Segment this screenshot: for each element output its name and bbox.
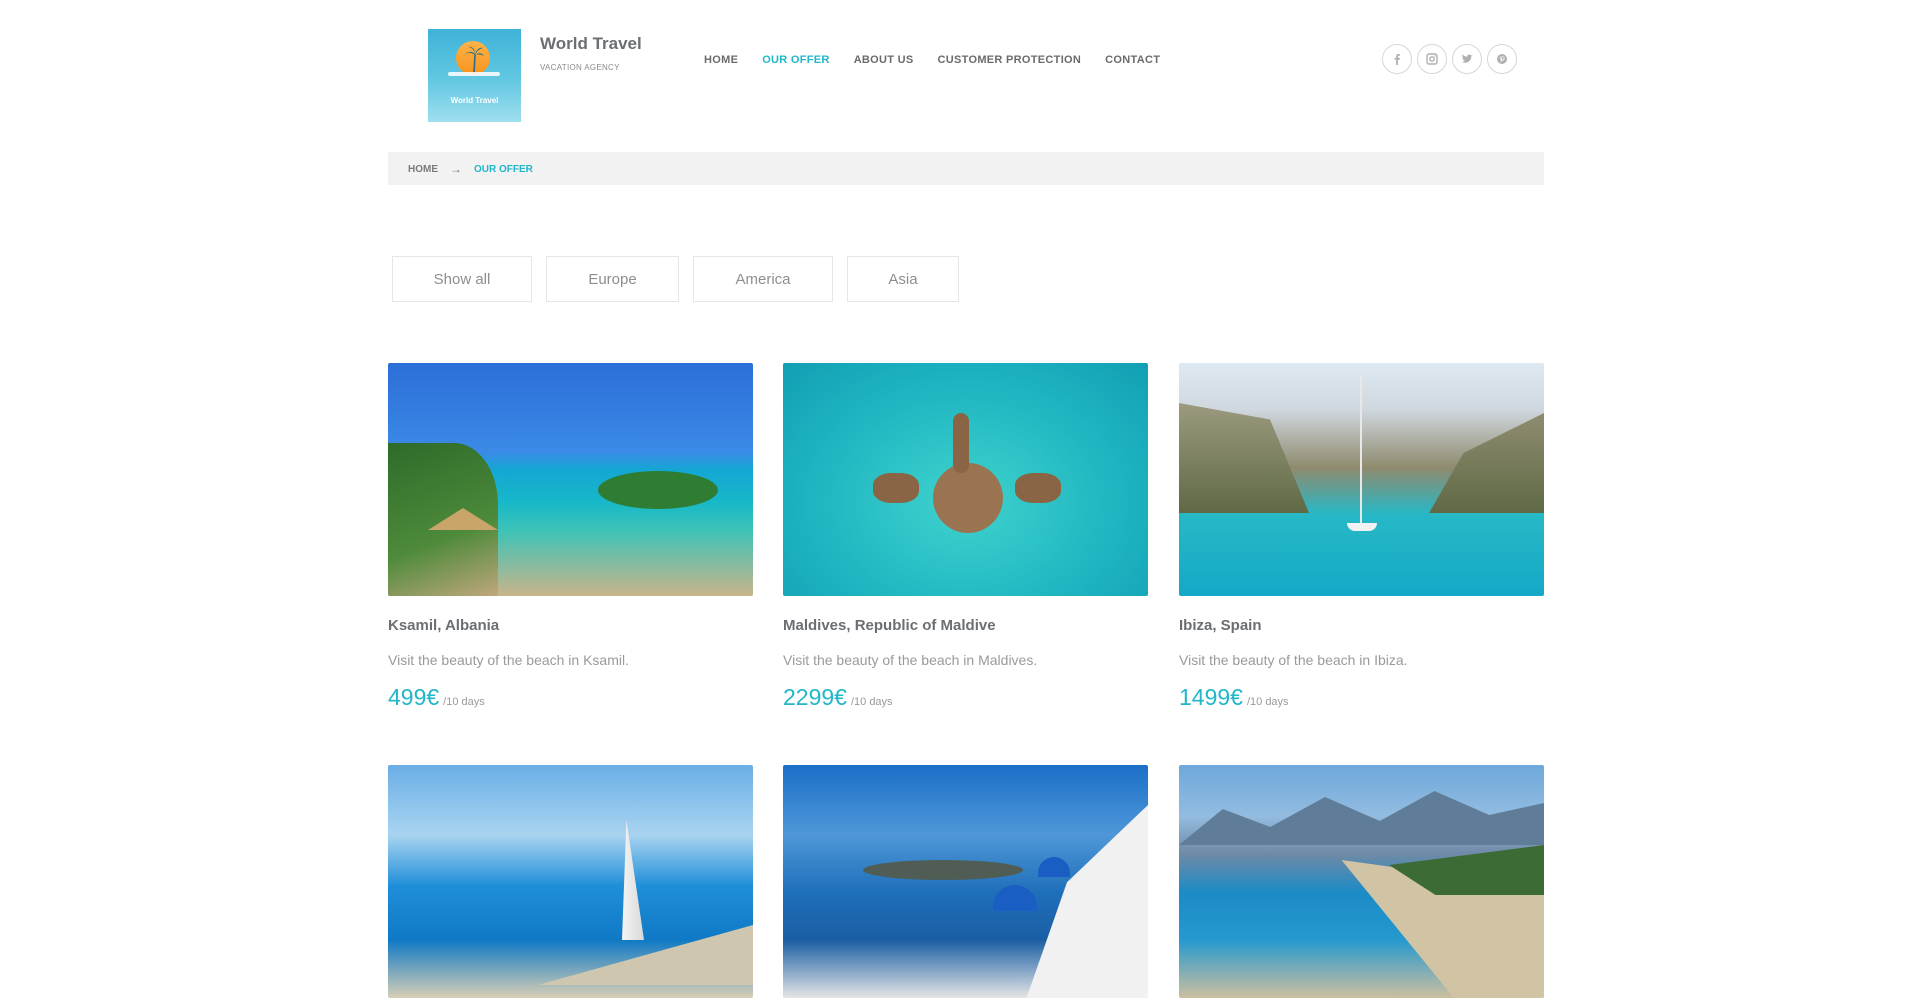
instagram-icon[interactable]	[1417, 44, 1447, 74]
logo[interactable]: World Travel	[428, 29, 521, 122]
offer-image-ksamil[interactable]	[388, 363, 753, 596]
offer-description: Visit the beauty of the beach in Ksamil.	[388, 652, 629, 668]
offer-price-row: 2299€ /10 days	[783, 684, 1148, 711]
filter-europe[interactable]: Europe	[546, 256, 679, 302]
filter-america[interactable]: America	[693, 256, 833, 302]
palm-tree-icon	[465, 46, 484, 73]
offer-card[interactable]	[1179, 765, 1544, 998]
nav-about-us[interactable]: ABOUT US	[854, 54, 914, 66]
nav-our-offer[interactable]: OUR OFFER	[762, 54, 829, 66]
facebook-icon[interactable]	[1382, 44, 1412, 74]
brand-subtitle: VACATION AGENCY	[540, 63, 620, 72]
offer-description: Visit the beauty of the beach in Ibiza.	[1179, 652, 1408, 668]
offer-image-dubai[interactable]	[388, 765, 753, 998]
logo-text: World Travel	[450, 96, 499, 105]
social-links	[1382, 44, 1517, 74]
breadcrumb-bar: HOME → OUR OFFER	[388, 152, 1544, 185]
breadcrumb: HOME → OUR OFFER	[408, 162, 533, 176]
offer-price: 499€	[388, 684, 440, 710]
filter-asia[interactable]: Asia	[847, 256, 959, 302]
filter-show-all[interactable]: Show all	[392, 256, 532, 302]
offer-image-maldives[interactable]	[783, 363, 1148, 596]
breadcrumb-separator: →	[450, 162, 462, 176]
offer-price: 1499€	[1179, 684, 1243, 710]
region-filters: Show all Europe America Asia	[392, 256, 959, 302]
offer-price-row: 1499€ /10 days	[1179, 684, 1544, 711]
offer-title[interactable]: Ksamil, Albania	[388, 617, 753, 634]
offer-title[interactable]: Maldives, Republic of Maldive	[783, 617, 1148, 634]
wave-icon	[448, 72, 500, 76]
nav-customer-protection[interactable]: CUSTOMER PROTECTION	[938, 54, 1082, 66]
twitter-icon[interactable]	[1452, 44, 1482, 74]
brand-title[interactable]: World Travel	[540, 34, 642, 54]
offer-card[interactable]	[783, 765, 1148, 998]
breadcrumb-current: OUR OFFER	[474, 163, 533, 175]
offer-title[interactable]: Ibiza, Spain	[1179, 617, 1544, 634]
offer-description: Visit the beauty of the beach in Maldive…	[783, 652, 1038, 668]
offer-image-ibiza[interactable]	[1179, 363, 1544, 596]
offer-period: /10 days	[443, 696, 485, 708]
offer-image-antalya[interactable]	[1179, 765, 1544, 998]
nav-contact[interactable]: CONTACT	[1105, 54, 1160, 66]
nav-home[interactable]: HOME	[704, 54, 738, 66]
offer-card[interactable]: Ibiza, Spain Visit the beauty of the bea…	[1179, 363, 1544, 711]
offer-card[interactable]: Ksamil, Albania Visit the beauty of the …	[388, 363, 753, 711]
pinterest-icon[interactable]	[1487, 44, 1517, 74]
offer-card[interactable]: Maldives, Republic of Maldive Visit the …	[783, 363, 1148, 711]
offer-price-row: 499€ /10 days	[388, 684, 753, 711]
offer-card[interactable]	[388, 765, 753, 998]
offer-period: /10 days	[1246, 696, 1289, 708]
offer-price: 2299€	[783, 684, 847, 710]
offer-period: /10 days	[850, 696, 893, 708]
main-nav: HOME OUR OFFER ABOUT US CUSTOMER PROTECT…	[704, 54, 1160, 66]
offer-image-santorini[interactable]	[783, 765, 1148, 998]
breadcrumb-home[interactable]: HOME	[408, 164, 438, 175]
